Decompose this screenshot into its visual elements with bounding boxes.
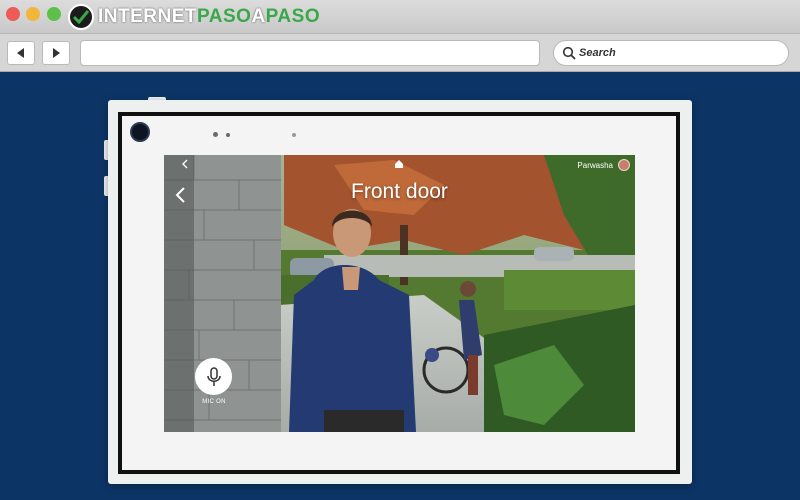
user-name: Parwasha <box>577 161 613 170</box>
screen-title: Front door <box>351 180 448 203</box>
mic-button[interactable] <box>195 358 232 395</box>
minimize-window-button[interactable] <box>26 7 40 21</box>
zoom-window-button[interactable] <box>47 7 61 21</box>
microphone-icon <box>206 366 221 386</box>
hedge <box>504 270 635 310</box>
parked-car <box>534 247 574 261</box>
browser-toolbar: Search <box>0 34 800 72</box>
mic-status-label: MIC ON <box>202 399 226 405</box>
address-bar[interactable] <box>80 40 540 66</box>
sensor-dot <box>213 132 218 137</box>
logo-check-icon <box>68 4 94 30</box>
search-placeholder: Search <box>579 47 616 59</box>
sensor-dot <box>292 133 296 137</box>
forward-arrow-icon <box>53 48 60 58</box>
window-titlebar: INTERNETPASOAPASO <box>0 0 800 34</box>
search-field[interactable]: Search <box>553 40 789 66</box>
back-arrow-icon <box>17 48 24 58</box>
user-avatar[interactable] <box>618 159 630 171</box>
site-logo: INTERNETPASOAPASO <box>68 4 320 30</box>
search-icon <box>562 46 576 60</box>
back-button[interactable] <box>7 41 35 65</box>
forward-button[interactable] <box>42 41 70 65</box>
small-back-chevron-icon[interactable] <box>181 159 189 169</box>
camera-lens <box>130 122 150 142</box>
home-icon[interactable] <box>394 159 404 169</box>
site-brand-name: INTERNETPASOAPASO <box>98 6 321 27</box>
sensor-dot <box>226 133 230 137</box>
doorbell-camera-screen: Front door Parwasha MIC ON <box>164 155 635 432</box>
close-window-button[interactable] <box>6 7 20 21</box>
